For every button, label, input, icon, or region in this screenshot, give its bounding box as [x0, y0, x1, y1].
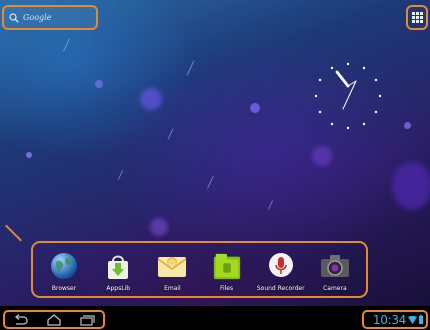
navigation-buttons [3, 310, 105, 329]
wallpaper-bokeh [404, 122, 411, 129]
app-grid-icon [411, 12, 423, 23]
battery-icon [419, 315, 423, 324]
wallpaper-bokeh [312, 146, 332, 166]
back-button[interactable] [12, 313, 30, 326]
analog-clock-widget[interactable] [312, 60, 384, 132]
dock-item-label: Email [164, 285, 181, 292]
google-search-bar[interactable]: Google [2, 5, 98, 30]
wallpaper-bokeh [392, 162, 430, 210]
back-icon [15, 313, 28, 325]
dock-item-label: Camera [323, 285, 347, 292]
search-label: Google [23, 13, 52, 22]
dock-item-label: Files [219, 285, 234, 292]
dock-item-appslib[interactable]: AppsLib [91, 251, 145, 292]
wallpaper-bokeh [95, 80, 103, 88]
dock-item-label: AppsLib [106, 285, 131, 292]
all-apps-button[interactable] [406, 5, 428, 30]
shopping-bag-icon [103, 251, 133, 281]
dock-item-sound-recorder[interactable]: Sound Recorder [254, 251, 308, 292]
email-icon: @ [157, 251, 187, 281]
recent-apps-button[interactable] [78, 314, 96, 326]
svg-text:@: @ [168, 258, 176, 267]
dock-item-files[interactable]: Files [200, 251, 254, 292]
search-icon [9, 8, 19, 27]
clock-face-icon [314, 62, 382, 130]
recent-apps-icon [80, 314, 95, 326]
globe-icon [49, 251, 79, 281]
home-icon [47, 313, 61, 326]
folder-icon [212, 251, 242, 281]
dock-item-browser[interactable]: Browser [37, 251, 91, 292]
wallpaper-bokeh [250, 103, 260, 113]
wifi-icon [408, 315, 417, 324]
dock-item-label: Browser [51, 285, 77, 292]
dock-item-email[interactable]: @ Email [145, 251, 199, 292]
wallpaper-bokeh [150, 218, 168, 236]
dock-item-camera[interactable]: Camera [308, 251, 362, 292]
wallpaper-bokeh [140, 88, 162, 110]
microphone-icon [266, 251, 296, 281]
dock-item-label: Sound Recorder [256, 285, 305, 292]
favorites-dock: Browser AppsLib @ Email Files Sound Reco… [31, 241, 368, 298]
home-button[interactable] [45, 313, 63, 326]
status-time: 10:34 [372, 312, 406, 327]
wallpaper-bokeh [26, 152, 32, 158]
status-area[interactable]: 10:34 [362, 310, 428, 329]
camera-icon [320, 251, 350, 281]
